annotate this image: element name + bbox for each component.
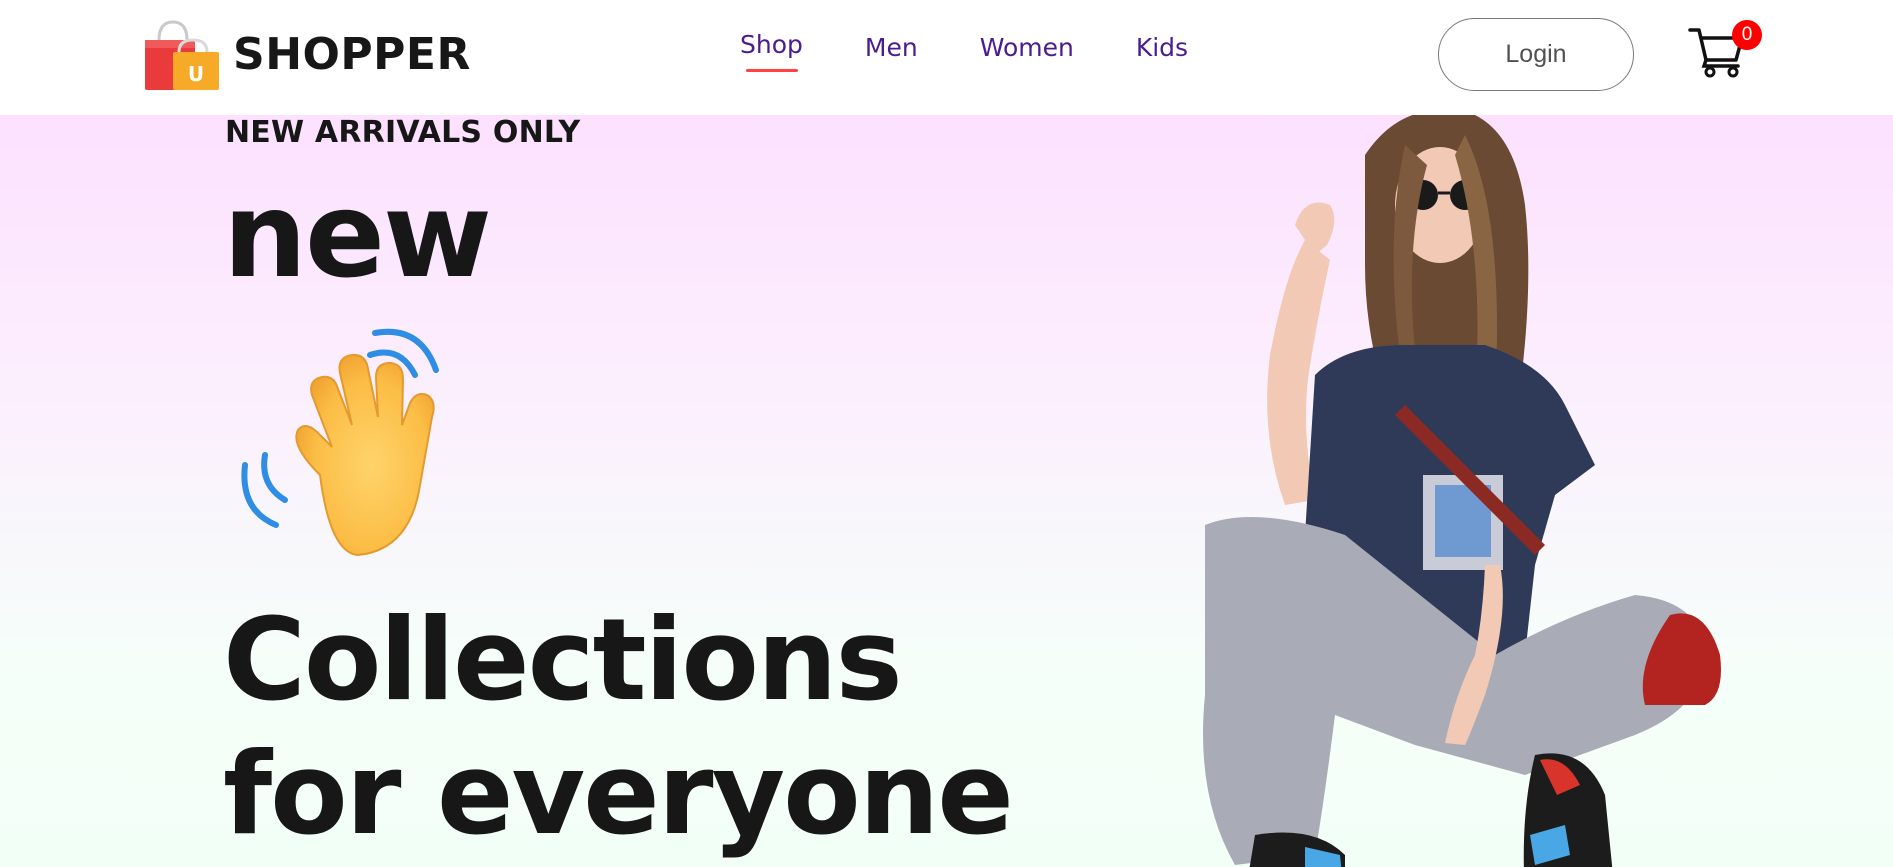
nav-item-label: Kids: [1135, 33, 1189, 62]
hero-section: NEW ARRIVALS ONLY new Collections for ev…: [0, 115, 1893, 867]
hero-tagline: NEW ARRIVALS ONLY: [225, 115, 581, 150]
brand[interactable]: U SHOPPER: [143, 18, 471, 92]
cart-count-badge: 0: [1732, 20, 1762, 50]
nav-item-shop[interactable]: Shop: [740, 30, 803, 72]
nav-item-men[interactable]: Men: [865, 33, 918, 63]
model-photo: [1203, 115, 1721, 867]
shopping-bag-icon: U: [145, 20, 219, 90]
logo-letter: U: [188, 62, 204, 86]
nav-item-label: Men: [864, 33, 918, 62]
hero-word-new: new: [223, 166, 492, 304]
nav-menu: Shop Men Women Kids: [740, 30, 1188, 72]
cart-button[interactable]: 0: [1688, 20, 1762, 80]
nav-item-label: Women: [979, 33, 1074, 62]
navbar: U SHOPPER Shop Men Women Kids Login 0: [0, 0, 1893, 115]
hero-headline-line-2: for everyone: [223, 728, 1014, 860]
active-underline: [746, 69, 798, 72]
nav-item-women[interactable]: Women: [980, 33, 1074, 63]
nav-item-label: Shop: [740, 30, 803, 59]
brand-name: SHOPPER: [233, 29, 471, 80]
waving-hand-icon: [241, 328, 439, 557]
login-button[interactable]: Login: [1438, 18, 1634, 91]
nav-item-kids[interactable]: Kids: [1136, 33, 1188, 63]
hero-headline-line-1: Collections: [223, 594, 903, 726]
